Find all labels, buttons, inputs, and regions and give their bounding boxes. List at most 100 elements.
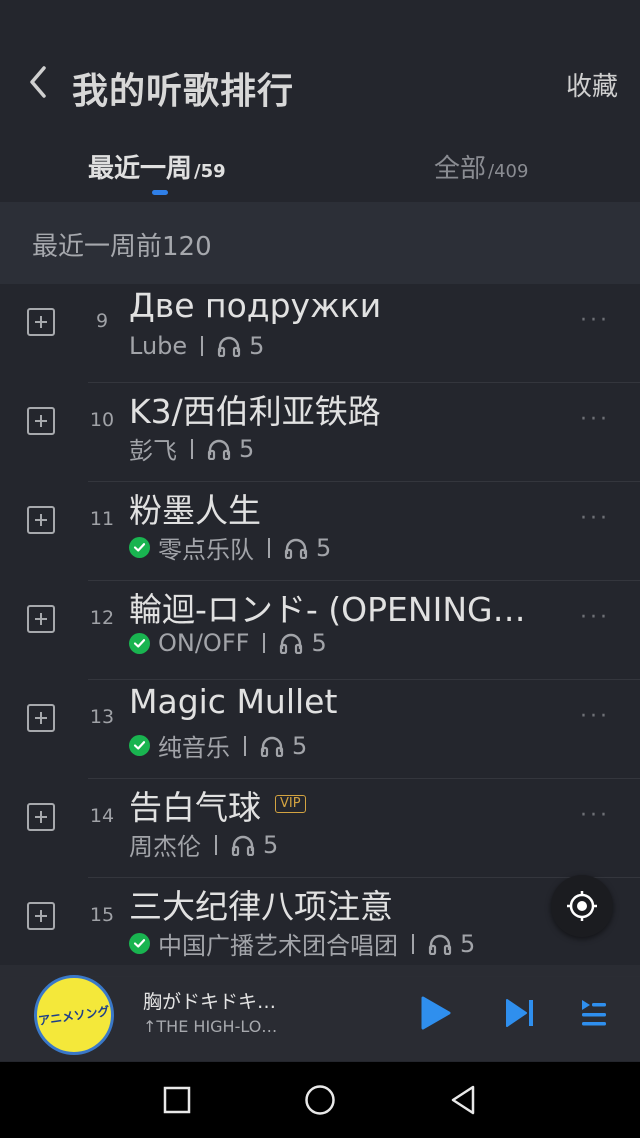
song-title: 告白气球 VIP <box>129 781 306 829</box>
song-title-text: 三大纪律八项注意 <box>129 887 393 926</box>
meta-separator <box>263 633 266 653</box>
play-count: 5 <box>316 533 332 562</box>
skip-next-icon[interactable] <box>504 997 536 1029</box>
mini-player[interactable]: アニメソング 胸がドキドキ… ↑THE HIGH-LO… <box>0 965 640 1061</box>
rank-number: 13 <box>89 706 115 728</box>
add-to-playlist-button[interactable] <box>27 704 55 732</box>
back-button[interactable] <box>20 64 56 100</box>
tab-all[interactable]: 全部 /409 <box>434 148 528 185</box>
tab-recent-week[interactable]: 最近一周 /59 <box>88 148 226 185</box>
tab-label: 全部 <box>434 154 487 184</box>
song-meta: Lube 5 <box>129 332 264 360</box>
song-artist: 周杰伦 <box>129 833 201 861</box>
play-icon[interactable] <box>418 995 452 1031</box>
headphone-icon <box>280 633 303 654</box>
song-title-text: K3/西伯利亚铁路 <box>129 392 381 431</box>
rank-number: 9 <box>95 310 109 332</box>
more-dots-icon[interactable]: ··· <box>580 605 610 630</box>
song-meta: 零点乐队 5 <box>129 530 331 565</box>
more-dots-icon[interactable]: ··· <box>580 803 610 828</box>
song-row[interactable]: 15三大纪律八项注意中国广播艺术团合唱团5··· <box>0 878 640 977</box>
plus-icon <box>35 910 47 922</box>
plus-icon <box>35 514 47 526</box>
page-title: 我的听歌排行 <box>72 71 295 112</box>
song-artist: 零点乐队 <box>158 536 254 564</box>
rank-number: 14 <box>89 805 115 827</box>
more-dots-icon[interactable]: ··· <box>580 506 610 531</box>
downloaded-check-icon <box>129 735 150 756</box>
song-title-text: Две подружки <box>129 286 382 325</box>
more-dots-icon[interactable]: ··· <box>580 704 610 729</box>
song-row[interactable]: 11 粉墨人生零点乐队 5 ··· <box>0 482 640 581</box>
song-row[interactable]: 13 Magic Mullet 纯音乐 5 ··· <box>0 680 640 779</box>
song-title: Magic Mullet <box>129 682 337 721</box>
add-to-playlist-button[interactable] <box>27 506 55 534</box>
add-to-playlist-button[interactable] <box>27 902 55 930</box>
meta-separator <box>244 735 246 756</box>
song-artist: 中国广播艺术团合唱团 <box>158 932 398 960</box>
locate-icon <box>567 891 597 921</box>
meta-separator <box>191 438 193 459</box>
play-count: 5 <box>249 332 265 360</box>
song-artist: ON/OFF <box>158 629 250 657</box>
song-meta: ON/OFF 5 <box>129 629 327 657</box>
meta-separator <box>268 537 270 558</box>
play-count: 5 <box>460 929 476 958</box>
locate-button[interactable] <box>551 875 613 937</box>
song-title-text: 粉墨人生 <box>129 491 261 530</box>
song-title: 輪迴-ロンド- (OPENING… <box>129 583 526 631</box>
now-playing-title: 胸がドキドキ… <box>143 991 277 1013</box>
plus-icon <box>35 613 47 625</box>
add-to-playlist-button[interactable] <box>27 605 55 633</box>
section-title: 最近一周前120 <box>32 232 212 262</box>
headphone-icon <box>284 538 308 559</box>
plus-icon <box>35 712 47 724</box>
song-row[interactable]: 9 Две подружки Lube 5 ··· <box>0 284 640 383</box>
song-meta: 中国广播艺术团合唱团 5 <box>129 926 475 961</box>
song-artist: 彭飞 <box>129 437 177 465</box>
playlist-icon[interactable] <box>580 998 608 1028</box>
more-dots-icon[interactable]: ··· <box>580 407 610 432</box>
chevron-left-icon <box>30 66 46 98</box>
song-meta: 周杰伦 5 <box>129 827 278 862</box>
status-bar <box>0 0 640 42</box>
tab-label: 最近一周 <box>88 154 193 184</box>
headphone-icon <box>428 934 452 955</box>
home-icon[interactable] <box>304 1084 336 1116</box>
recent-apps-icon[interactable] <box>163 1086 191 1114</box>
system-nav-bar <box>0 1062 640 1138</box>
rank-number: 11 <box>89 508 115 530</box>
meta-separator <box>412 933 414 954</box>
more-dots-icon[interactable]: ··· <box>580 308 610 333</box>
song-title-text: 輪迴-ロンド- (OPENING… <box>129 590 526 629</box>
vip-badge: VIP <box>275 794 306 813</box>
headphone-icon <box>231 835 255 856</box>
song-title: Две подружки <box>129 286 381 325</box>
meta-separator <box>215 834 217 855</box>
meta-separator <box>201 336 204 356</box>
collect-button[interactable]: 收藏 <box>566 66 618 103</box>
downloaded-check-icon <box>129 537 150 558</box>
album-art[interactable]: アニメソング <box>34 975 114 1055</box>
song-meta: 纯音乐 5 <box>129 728 307 763</box>
downloaded-check-icon <box>129 933 150 954</box>
add-to-playlist-button[interactable] <box>27 407 55 435</box>
song-row[interactable]: 10 K3/西伯利亚铁路 彭飞 5 ··· <box>0 383 640 482</box>
nav-back-icon[interactable] <box>449 1084 477 1116</box>
downloaded-check-icon <box>129 632 150 654</box>
rank-number: 12 <box>89 607 115 629</box>
tab-bar: 最近一周 /59 全部 /409 <box>0 128 640 200</box>
song-row[interactable]: 12 輪迴-ロンド- (OPENING… ON/OFF 5 ··· <box>0 581 640 680</box>
plus-icon <box>35 316 47 328</box>
rank-number: 15 <box>89 904 115 926</box>
album-art-text: アニメソング <box>37 1003 111 1028</box>
add-to-playlist-button[interactable] <box>27 803 55 831</box>
song-row[interactable]: 14 告白气球 VIP 周杰伦 5 ··· <box>0 779 640 878</box>
section-header: 最近一周前120 <box>0 202 640 284</box>
song-title-text: Magic Mullet <box>129 682 338 721</box>
add-to-playlist-button[interactable] <box>27 308 55 336</box>
tab-count: /409 <box>488 161 529 182</box>
rank-number: 10 <box>89 409 115 431</box>
song-artist: Lube <box>129 332 188 360</box>
now-playing-artist: ↑THE HIGH-LO… <box>143 1017 278 1036</box>
